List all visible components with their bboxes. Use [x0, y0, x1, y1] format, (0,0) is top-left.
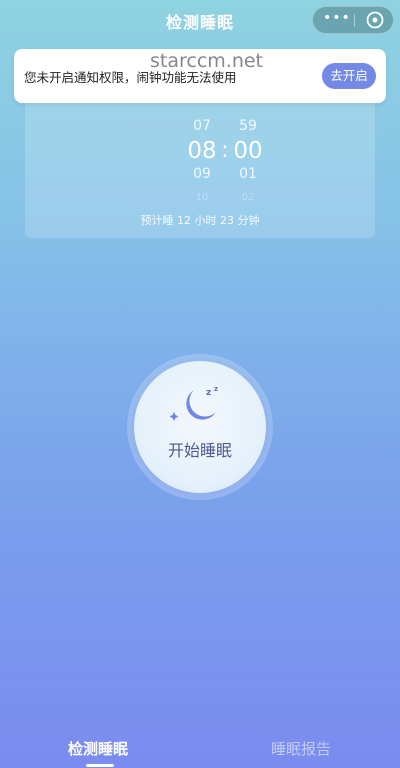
active-tab-indicator	[86, 764, 114, 767]
minute-selected[interactable]: 00	[223, 138, 273, 164]
sleep-duration-estimate: 预计睡 12 小时 23 分钟	[140, 214, 260, 227]
capsule-divider	[354, 14, 355, 27]
hour-selected[interactable]: 08	[177, 138, 227, 164]
tab-detect-sleep[interactable]: 检测睡眠	[68, 738, 128, 759]
start-sleep-button[interactable]	[134, 361, 266, 493]
more-icon[interactable]: •••	[323, 11, 350, 29]
top-bar: 检测睡眠 •••	[0, 0, 400, 40]
enable-notification-button[interactable]: 去开启	[322, 63, 376, 89]
svg-text:z: z	[206, 388, 211, 398]
moon-zz-icon: z z	[170, 385, 218, 421]
hour-option[interactable]: 10	[177, 192, 227, 203]
svg-text:z: z	[214, 385, 218, 393]
start-sleep-label[interactable]: 开始睡眠	[134, 437, 266, 461]
minute-option[interactable]: 59	[223, 118, 273, 134]
watermark-text: starccm.net	[150, 50, 264, 72]
hour-option[interactable]: 09	[177, 166, 227, 182]
minute-option[interactable]: 02	[223, 192, 273, 203]
minute-option[interactable]: 01	[223, 166, 273, 182]
mini-program-capsule: •••	[312, 6, 394, 34]
hour-option[interactable]: 07	[177, 118, 227, 134]
close-icon[interactable]	[365, 10, 385, 30]
time-picker-card: 06 07 08 09 10 : 58 59 00 01 02 预计睡 12 小…	[25, 95, 375, 238]
tab-sleep-report[interactable]: 睡眠报告	[271, 738, 331, 759]
